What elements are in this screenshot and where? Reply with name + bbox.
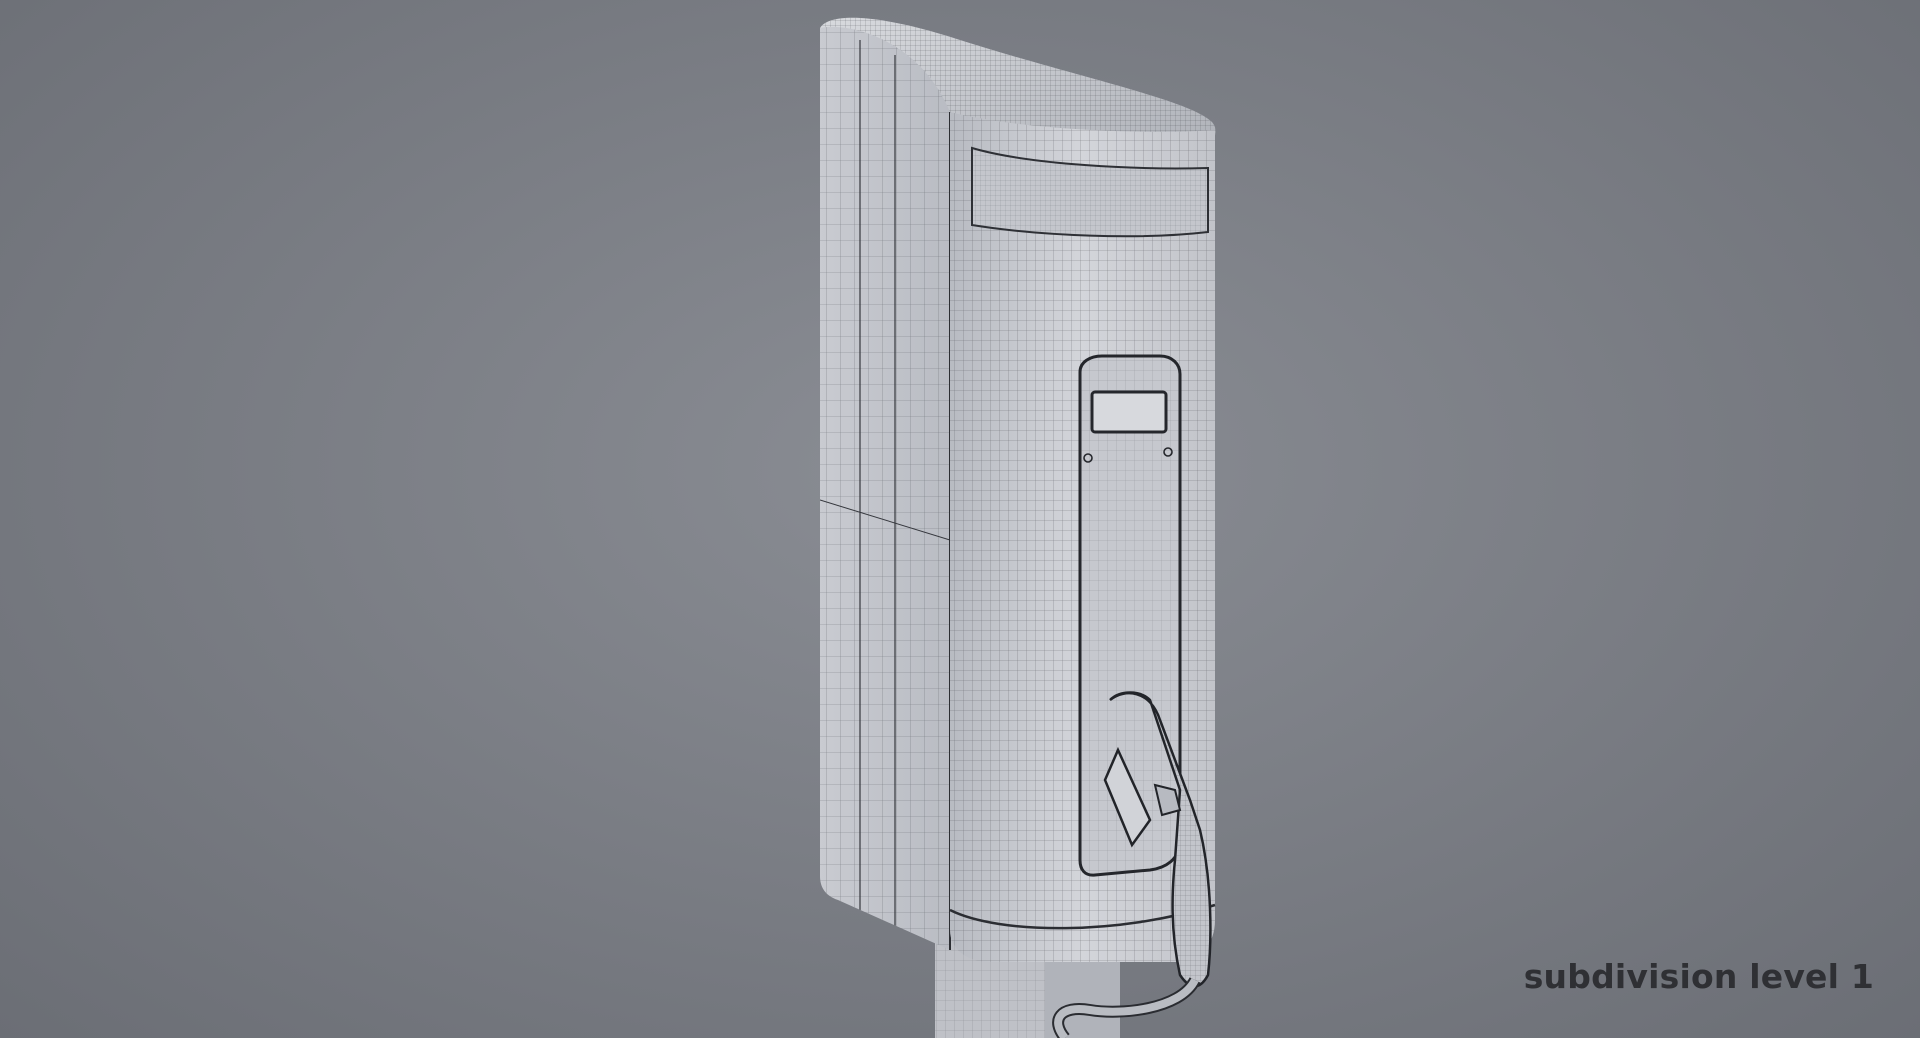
render-viewport: subdivision level 1 [0, 0, 1920, 1038]
subdivision-level-caption: subdivision level 1 [1523, 957, 1874, 996]
charger-side-panel [820, 26, 951, 951]
charger-wireframe-render [820, 17, 1216, 1038]
holster-display-window [1090, 390, 1168, 434]
